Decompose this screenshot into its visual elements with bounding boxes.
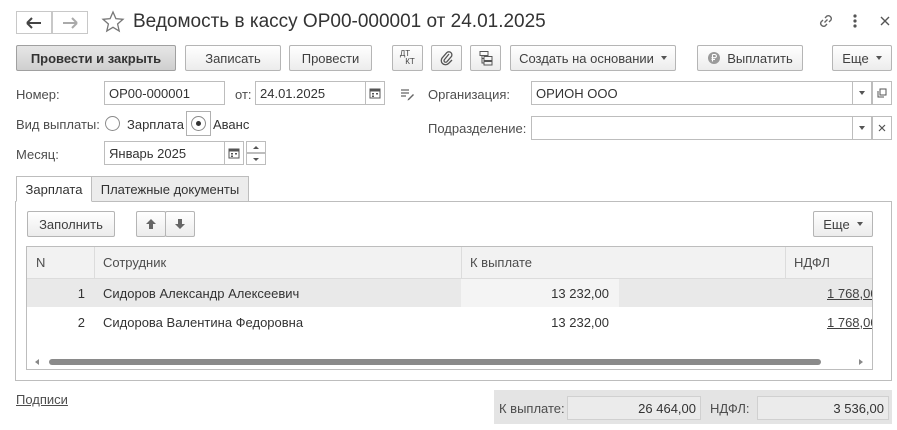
hierarchy-icon — [479, 51, 492, 66]
fill-button[interactable]: Заполнить — [27, 211, 115, 237]
radio-focus-frame — [186, 111, 211, 136]
save-button[interactable]: Записать — [185, 45, 281, 71]
month-field[interactable]: Январь 2025 — [104, 141, 225, 165]
arrow-down-icon — [175, 219, 185, 229]
number-field[interactable]: ОР00-000001 — [104, 81, 225, 105]
move-up-button[interactable] — [136, 211, 166, 237]
row-number: 2 — [77, 314, 85, 330]
scroll-left-icon[interactable] — [35, 359, 39, 365]
more-label: Еще — [842, 50, 869, 66]
calendar-icon — [228, 148, 240, 159]
paperclip-icon — [440, 51, 453, 66]
organization-field[interactable]: ОРИОН ООО — [531, 81, 853, 105]
open-window-icon — [877, 88, 887, 98]
structure-button[interactable] — [470, 45, 501, 71]
dt-kt-button[interactable]: ДТ КТ — [392, 45, 423, 71]
month-decrement-button[interactable] — [246, 153, 266, 165]
table-more-button[interactable]: Еще — [813, 211, 873, 237]
department-label: Подразделение: — [428, 121, 527, 136]
scrollbar-thumb[interactable] — [49, 359, 821, 365]
tab-salary[interactable]: Зарплата — [16, 176, 92, 202]
date-picker-button[interactable] — [365, 81, 385, 105]
number-label: Номер: — [16, 87, 60, 102]
ndfl-cell[interactable]: 1 768,00 — [827, 308, 872, 336]
edit-list-icon[interactable] — [399, 86, 415, 102]
window-title: Ведомость в кассу ОР00-000001 от 24.01.2… — [133, 11, 546, 32]
total-amount-field: 26 464,00 — [567, 396, 701, 420]
payment-radio-salary[interactable] — [105, 116, 120, 131]
create-based-on-button[interactable]: Создать на основании — [510, 45, 676, 71]
payment-type-label: Вид выплаты: — [16, 117, 100, 132]
amount-cell: 13 232,00 — [551, 285, 609, 301]
organization-open-button[interactable] — [872, 81, 892, 105]
ndfl-cell[interactable]: 1 768,00 — [827, 279, 872, 307]
chevron-down-icon — [660, 56, 667, 60]
chevron-up-icon — [253, 145, 259, 149]
month-increment-button[interactable] — [246, 141, 266, 153]
total-ndfl-label: НДФЛ: — [710, 401, 750, 416]
arrow-up-icon — [146, 219, 156, 229]
arrow-left-icon — [26, 16, 41, 29]
forward-button[interactable] — [52, 11, 88, 34]
column-header-amount[interactable]: К выплате — [461, 247, 785, 279]
employees-table[interactable]: N Сотрудник К выплате НДФЛ 1 Сидоров Але… — [26, 246, 873, 370]
scroll-right-icon[interactable] — [859, 359, 863, 365]
post-button[interactable]: Провести — [289, 45, 372, 71]
date-field[interactable]: 24.01.2025 — [255, 81, 366, 105]
total-ndfl-field: 3 536,00 — [757, 396, 889, 420]
pay-label: Выплатить — [727, 50, 793, 66]
table-row[interactable]: 1 Сидоров Александр Алексеевич 13 232,00… — [27, 279, 872, 307]
total-amount-label: К выплате: — [499, 401, 565, 416]
chevron-down-icon — [859, 91, 865, 95]
month-picker-button[interactable] — [224, 141, 244, 165]
kt-label: КТ — [405, 57, 415, 66]
employee-cell: Сидорова Валентина Федоровна — [103, 314, 304, 330]
back-button[interactable] — [16, 11, 52, 34]
calendar-icon — [369, 88, 381, 99]
chevron-down-icon — [856, 222, 863, 226]
star-icon[interactable] — [101, 10, 125, 34]
department-clear-button[interactable] — [872, 116, 892, 140]
pay-button[interactable]: Выплатить — [697, 45, 803, 71]
payment-option-advance[interactable]: Аванс — [213, 117, 249, 132]
column-header-n[interactable]: N — [27, 247, 94, 279]
create-based-on-label: Создать на основании — [519, 50, 654, 66]
ruble-coin-icon — [708, 52, 721, 64]
signatures-link-label[interactable]: Подписи — [16, 392, 68, 407]
column-header-ndfl[interactable]: НДФЛ — [785, 247, 872, 279]
ndfl-link[interactable]: 1 768,00 — [827, 315, 872, 330]
attach-button[interactable] — [431, 45, 462, 71]
organization-label: Организация: — [428, 87, 511, 102]
date-label: от: — [235, 87, 252, 102]
row-number: 1 — [77, 285, 85, 301]
chevron-down-icon — [875, 56, 882, 60]
tab-payment-documents[interactable]: Платежные документы — [91, 176, 249, 202]
table-row[interactable]: 2 Сидорова Валентина Федоровна 13 232,00… — [27, 308, 872, 336]
chevron-down-icon — [253, 157, 259, 161]
department-dropdown-button[interactable] — [852, 116, 872, 140]
more-menu-button[interactable]: Еще — [832, 45, 892, 71]
signatures-link[interactable]: Подписи — [16, 392, 68, 407]
horizontal-scrollbar[interactable] — [27, 356, 872, 369]
link-icon[interactable] — [817, 12, 835, 30]
column-header-employee[interactable]: Сотрудник — [94, 247, 461, 279]
close-icon[interactable] — [878, 12, 892, 30]
more-vertical-icon[interactable] — [848, 12, 862, 30]
clear-icon — [878, 124, 886, 132]
table-more-label: Еще — [823, 216, 850, 232]
employee-cell: Сидоров Александр Алексеевич — [103, 285, 300, 301]
post-and-close-button[interactable]: Провести и закрыть — [16, 45, 176, 71]
organization-dropdown-button[interactable] — [852, 81, 872, 105]
payment-option-salary[interactable]: Зарплата — [127, 117, 184, 132]
move-down-button[interactable] — [165, 211, 195, 237]
amount-cell: 13 232,00 — [551, 314, 609, 330]
ndfl-link[interactable]: 1 768,00 — [827, 286, 872, 301]
month-label: Месяц: — [16, 147, 59, 162]
chevron-down-icon — [859, 126, 865, 130]
arrow-right-icon — [63, 16, 78, 29]
department-field[interactable] — [531, 116, 853, 140]
